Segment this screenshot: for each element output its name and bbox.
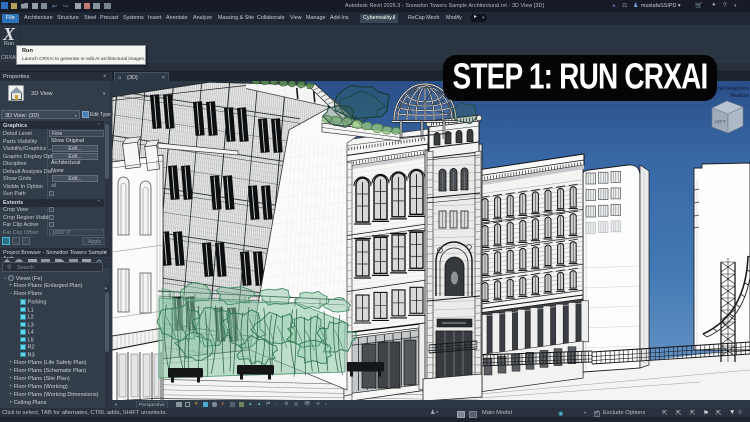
svg-text:Realize: Realize bbox=[730, 93, 749, 99]
svg-text:tal Graphics: tal Graphics bbox=[718, 86, 749, 92]
svg-text:LEFT: LEFT bbox=[714, 119, 726, 124]
